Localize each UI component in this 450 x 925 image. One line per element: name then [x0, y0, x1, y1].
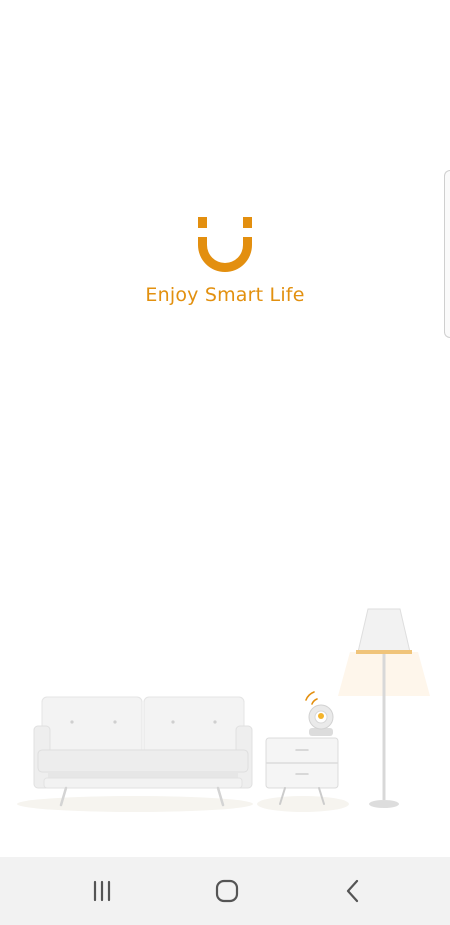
recent-apps-button[interactable] [80, 871, 124, 911]
home-button[interactable] [205, 871, 249, 911]
edge-panel-handle[interactable] [444, 170, 450, 338]
back-button[interactable] [331, 871, 375, 911]
recent-apps-icon [93, 880, 111, 902]
living-room-illustration [17, 608, 430, 812]
table-floor-shadow [257, 796, 349, 812]
app-logo-icon [198, 217, 252, 272]
system-navigation-bar [0, 857, 450, 925]
home-icon [215, 879, 239, 903]
side-table-illustration [265, 737, 339, 805]
smart-camera-illustration [305, 691, 334, 736]
sofa-floor-shadow [17, 796, 253, 812]
back-icon [346, 879, 359, 903]
sofa-illustration [33, 696, 253, 807]
app-tagline: Enjoy Smart Life [145, 284, 305, 306]
floor-lamp-illustration [338, 608, 430, 808]
